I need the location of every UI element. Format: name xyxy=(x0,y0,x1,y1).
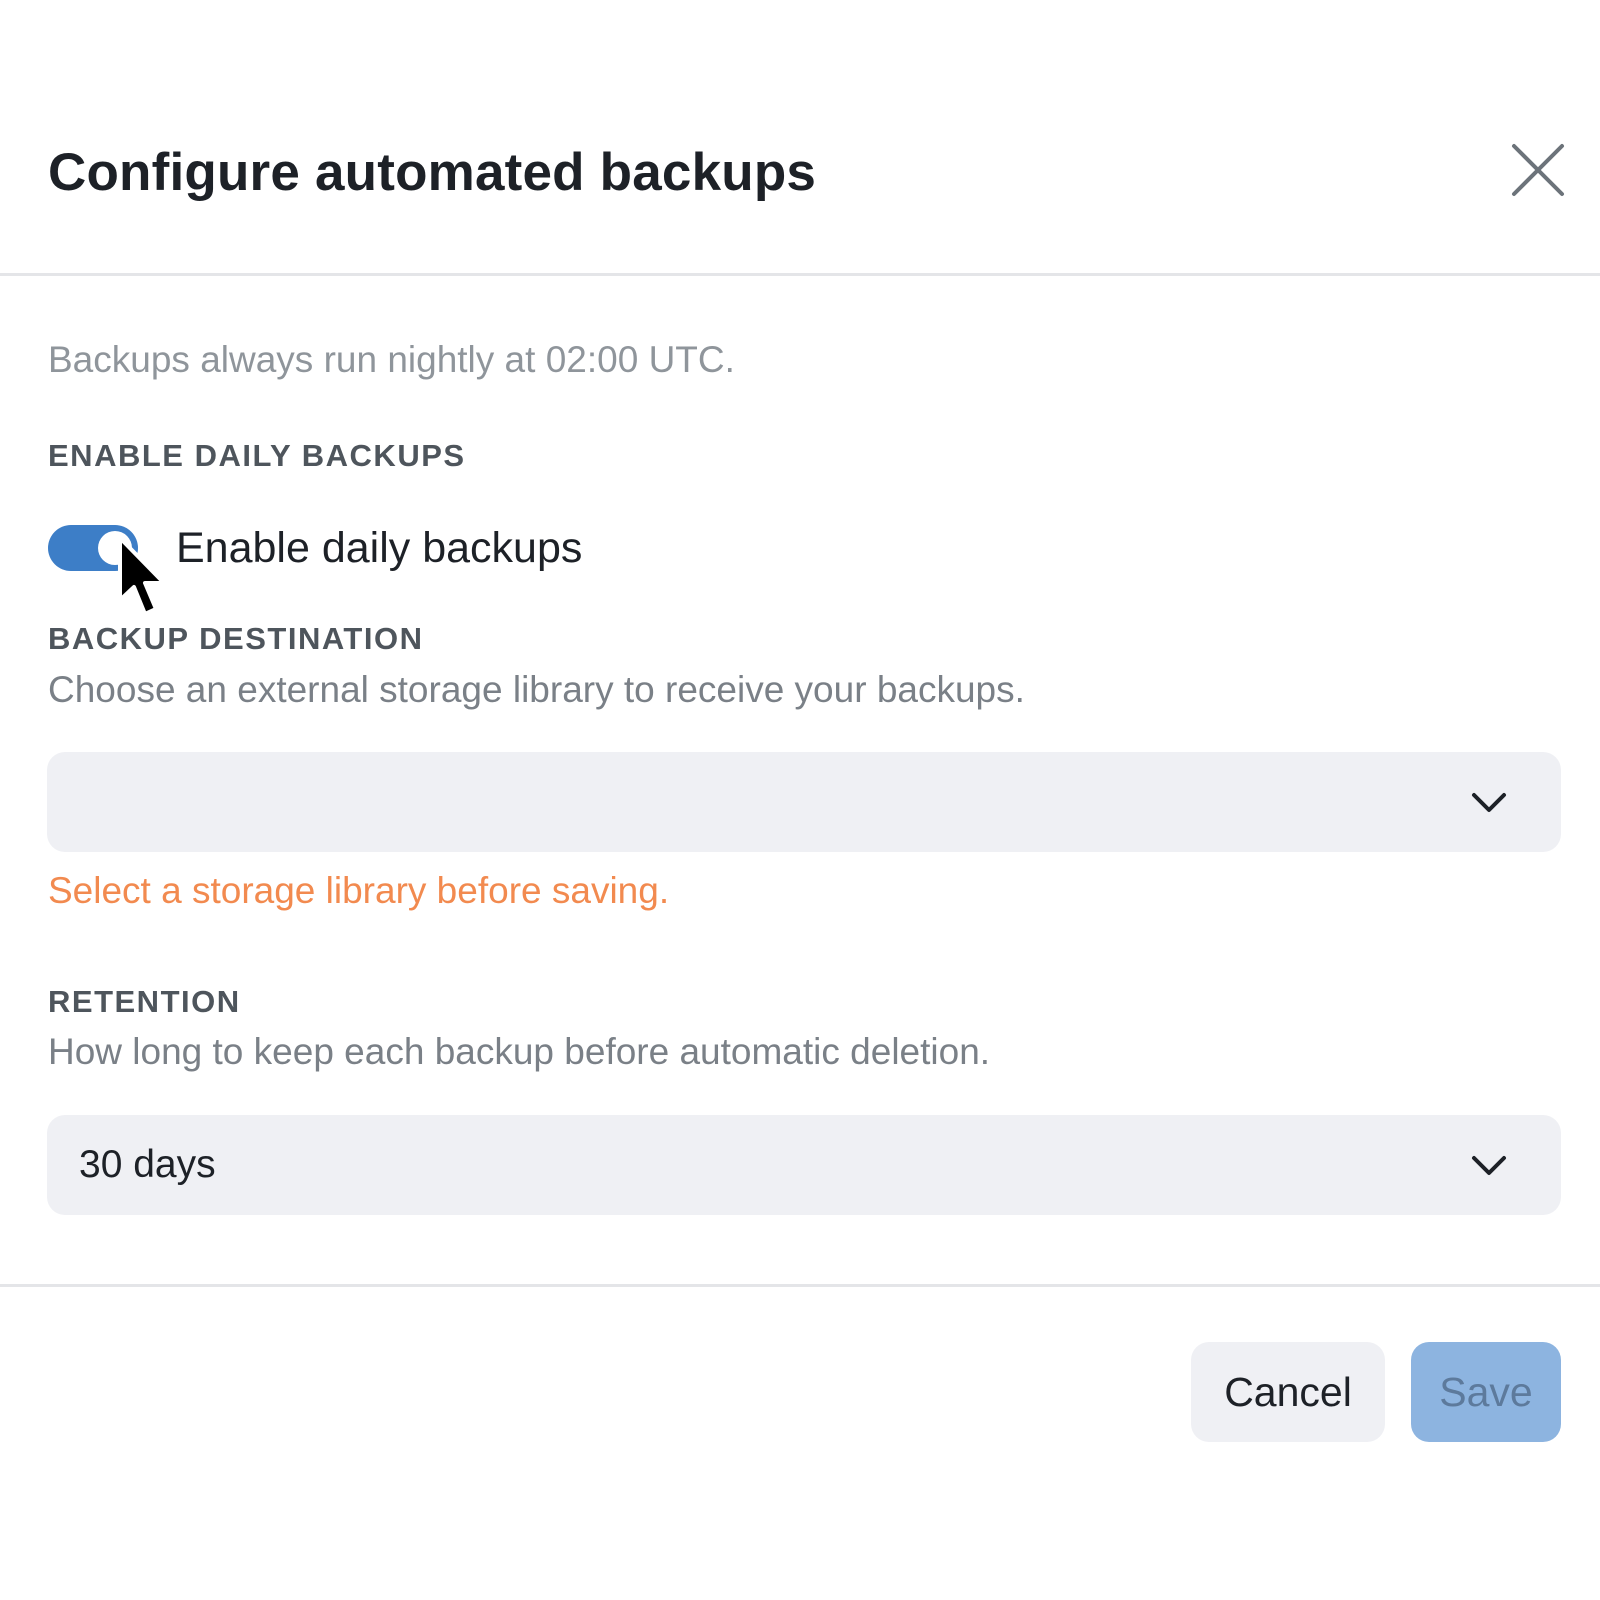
daily-backups-toggle[interactable] xyxy=(48,525,138,571)
retention-select-value: 30 days xyxy=(79,1143,216,1186)
dialog-body: Backups always run nightly at 02:00 UTC.… xyxy=(0,276,1600,1284)
destination-select[interactable] xyxy=(47,752,1561,852)
cancel-button[interactable]: Cancel xyxy=(1191,1342,1385,1442)
save-button[interactable]: Save xyxy=(1411,1342,1561,1442)
daily-backups-toggle-label[interactable]: Enable daily backups xyxy=(176,518,582,578)
destination-error-message: Select a storage library before saving. xyxy=(48,870,670,911)
toggle-knob xyxy=(98,531,132,565)
dialog-header: Configure automated backups xyxy=(0,0,1600,276)
chevron-down-icon xyxy=(1472,1156,1506,1175)
chevron-down-icon xyxy=(1472,793,1506,812)
destination-help-text: Choose an external storage library to re… xyxy=(48,669,1025,710)
backup-settings-dialog: Configure automated backups Backups alwa… xyxy=(0,0,1600,1600)
retention-select[interactable]: 30 days xyxy=(47,1115,1561,1215)
schedule-note: Backups always run nightly at 02:00 UTC. xyxy=(48,339,735,380)
dialog-footer: Cancel Save xyxy=(0,1284,1600,1600)
retention-section-label: RETENTION xyxy=(48,984,241,1019)
daily-backups-toggle-row: Enable daily backups xyxy=(48,518,748,578)
destination-section-label: BACKUP DESTINATION xyxy=(48,621,424,656)
close-button[interactable] xyxy=(1508,140,1568,200)
dialog-title: Configure automated backups xyxy=(48,143,817,202)
daily-backups-section-label: ENABLE DAILY BACKUPS xyxy=(48,438,466,473)
close-icon xyxy=(1512,144,1564,196)
retention-help-text: How long to keep each backup before auto… xyxy=(48,1031,991,1072)
